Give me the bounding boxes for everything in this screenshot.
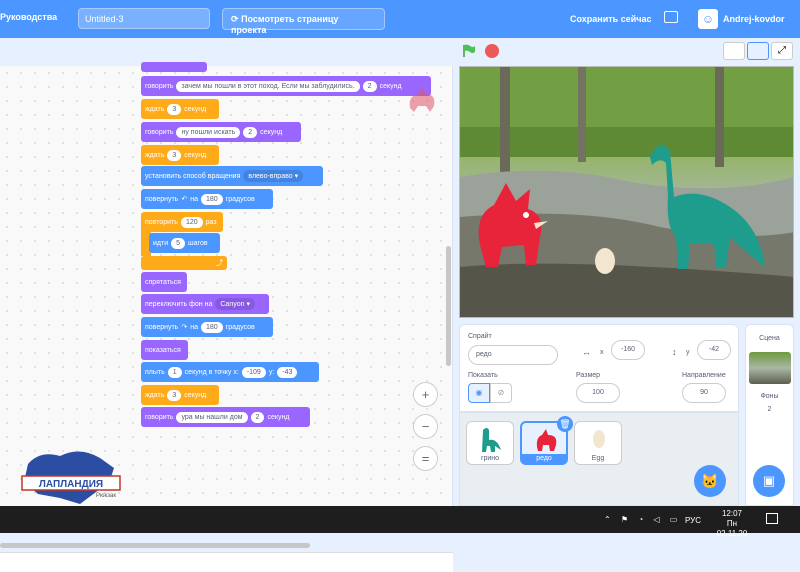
grino-sprite[interactable] bbox=[630, 137, 770, 277]
my-stuff-folder-icon[interactable] bbox=[664, 11, 678, 23]
say-block[interactable]: говорить ура мы нашли дом 2 секунд bbox=[141, 407, 310, 427]
y-arrow-icon: ↕ bbox=[672, 347, 677, 357]
backdrops-count: 2 bbox=[767, 406, 772, 413]
repeat-arrow-icon: ⤴ bbox=[216, 260, 223, 267]
y-position-input[interactable]: -42 bbox=[697, 340, 731, 360]
redo-thumbnail bbox=[536, 429, 557, 451]
tutorials-menu[interactable]: Руководства bbox=[0, 12, 57, 22]
say-text-input[interactable]: ура мы нашли дом bbox=[176, 411, 248, 423]
size-input[interactable]: 100 bbox=[576, 383, 620, 403]
wait-block[interactable]: ждать 3 секунд bbox=[141, 99, 219, 119]
steps-input[interactable]: 5 bbox=[171, 237, 186, 249]
glide-x-input[interactable]: -109 bbox=[241, 366, 266, 378]
degrees-input[interactable]: 180 bbox=[200, 193, 223, 205]
zoom-out-button[interactable]: − bbox=[413, 414, 438, 439]
glide-block[interactable]: плыть 1 секунд в точку x: -109 y: -43 bbox=[141, 362, 319, 382]
add-backdrop-icon[interactable]: ▣ bbox=[753, 465, 785, 497]
repeat-end: ⤴ bbox=[141, 256, 227, 270]
stage-title: Сцена bbox=[759, 335, 780, 342]
turn-left-icon: ↶ bbox=[181, 196, 188, 203]
seconds-input[interactable]: 2 bbox=[362, 80, 377, 92]
wait-input[interactable]: 3 bbox=[167, 103, 182, 115]
direction-input[interactable]: 90 bbox=[682, 383, 726, 403]
add-sprite-cat-icon[interactable]: 🐱 bbox=[694, 465, 726, 497]
zoom-in-button[interactable]: + bbox=[413, 382, 438, 407]
username-menu[interactable]: Andrej-kovdor bbox=[723, 14, 785, 24]
project-title-input[interactable] bbox=[78, 8, 210, 29]
turn-right-icon: ↷ bbox=[181, 324, 188, 331]
glide-secs-input[interactable]: 1 bbox=[167, 366, 182, 378]
see-project-page-button[interactable]: ⟳ Посмотреть страницу проекта bbox=[222, 8, 385, 35]
switch-backdrop-block[interactable]: переключить фон на Canyon ▾ bbox=[141, 294, 269, 314]
backdrop-dropdown[interactable]: Canyon ▾ bbox=[215, 298, 255, 310]
x-position-input[interactable]: -160 bbox=[611, 340, 645, 360]
egg-thumbnail bbox=[593, 430, 605, 448]
backdrops-label: Фоны bbox=[760, 393, 779, 400]
menu-bar: Руководства ⟳ Посмотреть страницу проект… bbox=[0, 0, 800, 38]
script-block-top[interactable] bbox=[141, 62, 207, 72]
zoom-reset-button[interactable]: = bbox=[413, 446, 438, 471]
windows-taskbar: ⌃ ⚑ ◔ ◁ ▭ РУС 12:07 Пн 02.11.20 bbox=[0, 506, 800, 538]
green-flag-icon[interactable] bbox=[462, 44, 476, 57]
clock[interactable]: 12:07 Пн 02.11.20 bbox=[712, 509, 752, 539]
repeat-block[interactable]: повторить 120 раз bbox=[141, 212, 223, 232]
degrees-input[interactable]: 180 bbox=[200, 321, 223, 333]
say-text-input[interactable]: зачем мы пошли в этот поход. Если мы заб… bbox=[176, 80, 360, 92]
horizontal-scrollbar[interactable] bbox=[0, 543, 310, 548]
sprite-info-panel: Спрайт редо ↔ x -160 ↕ y -42 Показать ◉ … bbox=[459, 324, 739, 412]
fullscreen-icon[interactable]: ⤢ bbox=[771, 42, 793, 60]
svg-text:ЛАПЛАНДИЯ: ЛАПЛАНДИЯ bbox=[39, 479, 103, 490]
turn-right-block[interactable]: повернуть ↷ на 180 градусов bbox=[141, 317, 273, 337]
sprite-tile-egg[interactable]: Egg bbox=[574, 421, 622, 465]
say-text-input[interactable]: ну пошли искать bbox=[176, 126, 241, 138]
backpack-strip[interactable] bbox=[0, 552, 453, 572]
say-block[interactable]: говорить ну пошли искать 2 секунд bbox=[141, 122, 301, 142]
glide-y-input[interactable]: -43 bbox=[277, 366, 298, 378]
sprite-list: грино редо 🗑 Egg bbox=[459, 412, 739, 506]
sprite-tile-grino[interactable]: грино bbox=[466, 421, 514, 465]
hide-sprite-eye-icon[interactable]: ⊘ bbox=[490, 383, 512, 403]
say-block[interactable]: говорить зачем мы пошли в этот поход. Ес… bbox=[141, 76, 431, 96]
egg-sprite[interactable] bbox=[593, 245, 617, 275]
set-rotation-style-block[interactable]: установить способ вращения влево-вправо … bbox=[141, 166, 323, 186]
seconds-input[interactable]: 2 bbox=[250, 411, 265, 423]
svg-text:Рюкзак: Рюкзак bbox=[96, 493, 116, 499]
turn-left-block[interactable]: повернуть ↶ на 180 градусов bbox=[141, 189, 273, 209]
current-sprite-watermark-icon bbox=[409, 86, 435, 112]
small-stage-button[interactable] bbox=[723, 42, 745, 60]
swap-icon: ⟳ bbox=[231, 14, 239, 24]
vertical-scrollbar[interactable] bbox=[446, 246, 451, 366]
wait-input[interactable]: 3 bbox=[167, 389, 182, 401]
move-steps-block[interactable]: идти 5 шагов bbox=[149, 233, 220, 253]
grino-thumbnail bbox=[482, 428, 501, 452]
wait-block[interactable]: ждать 3 секунд bbox=[141, 145, 219, 165]
redo-sprite[interactable] bbox=[470, 175, 550, 271]
language-indicator[interactable]: РУС bbox=[685, 516, 701, 525]
sprite-name-input[interactable]: редо bbox=[468, 345, 558, 365]
seconds-input[interactable]: 2 bbox=[243, 126, 258, 138]
stage[interactable] bbox=[459, 66, 794, 318]
sprite-label: Спрайт bbox=[468, 333, 492, 340]
save-now-button[interactable]: Сохранить сейчас bbox=[570, 14, 651, 24]
hide-block[interactable]: спрятаться bbox=[141, 272, 187, 292]
laplandia-logo: ЛАПЛАНДИЯ Рюкзак bbox=[21, 451, 121, 504]
see-project-page-label: Посмотреть страницу проекта bbox=[231, 14, 339, 35]
system-tray-icons[interactable]: ⌃ ⚑ ◔ ◁ ▭ bbox=[604, 515, 681, 524]
wait-block[interactable]: ждать 3 секунд bbox=[141, 385, 219, 405]
rotation-style-dropdown[interactable]: влево-вправо ▾ bbox=[243, 170, 304, 182]
stop-button[interactable] bbox=[485, 44, 499, 58]
delete-sprite-trash-icon[interactable]: 🗑 bbox=[557, 416, 573, 432]
repeat-count-input[interactable]: 120 bbox=[180, 216, 203, 228]
backdrop-thumbnail bbox=[748, 352, 791, 384]
user-avatar[interactable]: ☺ bbox=[698, 9, 718, 29]
notifications-icon[interactable] bbox=[766, 513, 778, 524]
x-arrow-icon: ↔ bbox=[582, 347, 591, 357]
normal-stage-button[interactable] bbox=[747, 42, 769, 60]
wait-input[interactable]: 3 bbox=[167, 149, 182, 161]
show-sprite-eye-icon[interactable]: ◉ bbox=[468, 383, 490, 403]
show-block[interactable]: показаться bbox=[141, 340, 188, 360]
